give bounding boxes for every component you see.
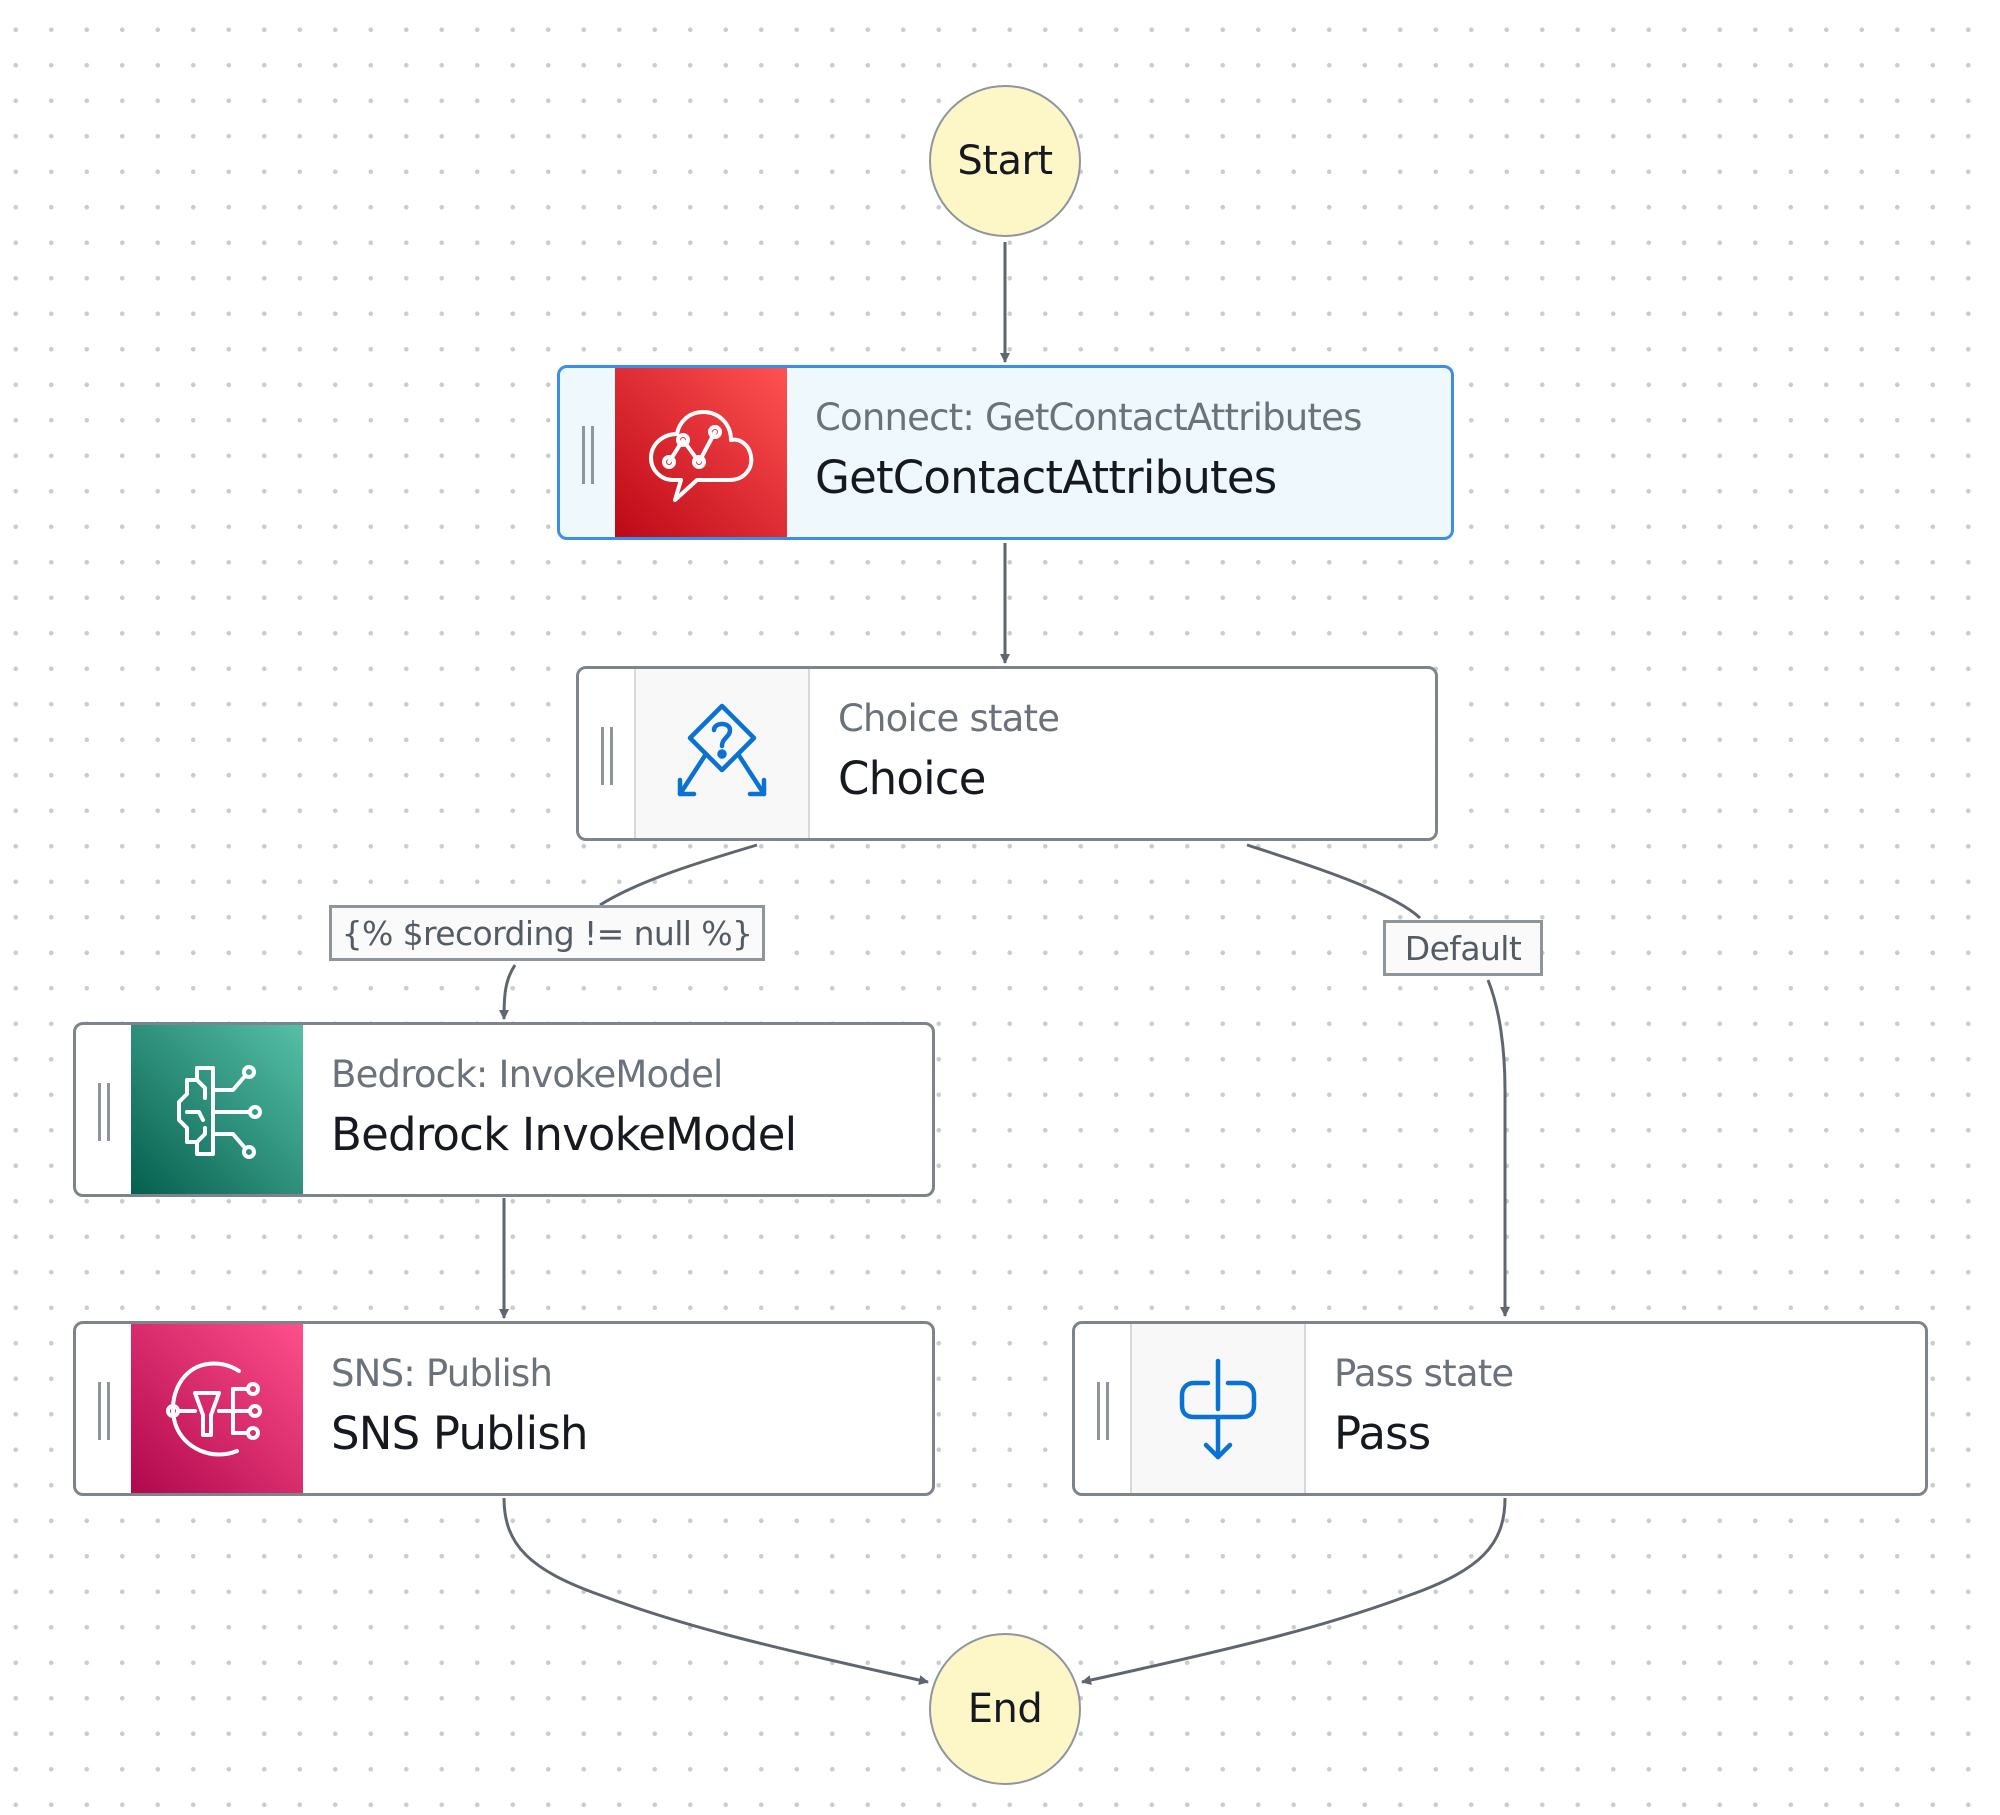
state-name-label: GetContactAttributes — [815, 450, 1277, 504]
state-pass[interactable]: Pass state Pass — [1072, 1321, 1928, 1496]
connect-icon — [615, 368, 787, 537]
state-name-label: SNS Publish — [331, 1406, 589, 1460]
edge-label-default[interactable]: Default — [1383, 920, 1543, 976]
state-type-label: SNS: Publish — [331, 1351, 553, 1395]
edges-layer — [0, 242, 2000, 1685]
state-name-label: Pass — [1334, 1406, 1431, 1460]
drag-handle[interactable] — [560, 368, 615, 537]
state-type-label: Choice state — [838, 696, 1060, 740]
start-node[interactable]: Start — [929, 85, 1081, 237]
choice-icon — [634, 669, 810, 838]
drag-handle[interactable] — [579, 669, 634, 838]
state-type-label: Connect: GetContactAttributes — [815, 395, 1362, 439]
sns-icon — [131, 1324, 303, 1493]
start-label: Start — [957, 138, 1053, 184]
edge-choice-to-pass[interactable] — [1246, 843, 1505, 1316]
edge-sns-to-end[interactable] — [502, 1497, 929, 1685]
state-type-label: Pass state — [1334, 1351, 1514, 1395]
drag-handle[interactable] — [76, 1324, 131, 1493]
state-choice[interactable]: Choice state Choice — [576, 666, 1438, 841]
state-type-label: Bedrock: InvokeModel — [331, 1052, 723, 1096]
bedrock-icon — [131, 1025, 303, 1194]
state-name-label: Choice — [838, 751, 986, 805]
state-sns-publish[interactable]: SNS: Publish SNS Publish — [73, 1321, 935, 1496]
edge-label-condition[interactable]: {% $recording != null %} — [329, 905, 765, 961]
state-name-label: Bedrock InvokeModel — [331, 1107, 797, 1161]
end-node[interactable]: End — [929, 1633, 1081, 1785]
pass-icon — [1130, 1324, 1306, 1493]
state-get-contact-attributes[interactable]: Connect: GetContactAttributes GetContact… — [557, 365, 1454, 540]
drag-handle[interactable] — [76, 1025, 131, 1194]
drag-handle[interactable] — [1075, 1324, 1130, 1493]
end-label: End — [967, 1686, 1043, 1732]
edge-pass-to-end[interactable] — [1081, 1497, 1507, 1685]
state-bedrock-invoke-model[interactable]: Bedrock: InvokeModel Bedrock InvokeModel — [73, 1022, 935, 1197]
